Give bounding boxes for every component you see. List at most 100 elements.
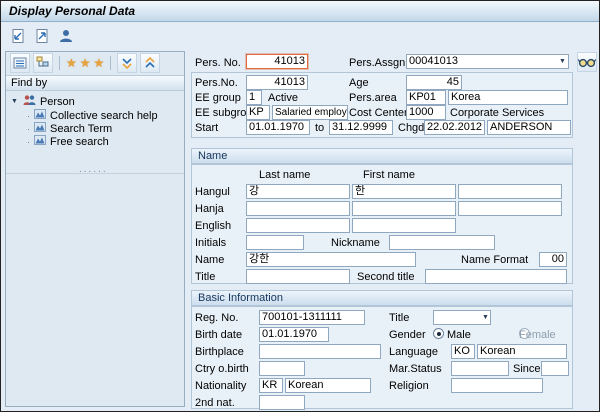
title-bar: Display Personal Data <box>1 1 599 22</box>
hangul-last-field[interactable]: 강 <box>246 184 350 199</box>
birthplace-label: Birthplace <box>195 346 244 358</box>
favorite-star-icon[interactable]: ★ <box>94 57 105 69</box>
tree-expand-icon[interactable]: ▼ <box>11 98 18 106</box>
hanja-last-field[interactable] <box>246 201 350 216</box>
document-arrow-right-icon[interactable] <box>33 27 51 45</box>
person-icon[interactable] <box>57 27 75 45</box>
female-label: Female <box>519 329 556 341</box>
toolbar-separator <box>59 56 60 70</box>
initials-field[interactable] <box>246 235 304 250</box>
english-label: English <box>195 220 232 232</box>
ee-group-label: EE group <box>195 92 241 104</box>
bullet-icon: · <box>27 123 30 134</box>
ctry-birth-label: Ctry o.birth <box>195 363 249 375</box>
sap-window: Display Personal Data ★ ★ ★ Find by ▼ Pe… <box>0 0 600 412</box>
tree-item-collective-search-help[interactable]: · Collective search help <box>27 109 158 122</box>
page-title: Display Personal Data <box>9 4 136 18</box>
document-arrow-left-icon[interactable] <box>9 27 27 45</box>
main-toolbar <box>1 23 599 49</box>
title-label: Title <box>195 271 216 283</box>
ee-subgroup-field[interactable]: KP <box>246 105 270 120</box>
hangul-first-field[interactable]: 한 <box>352 184 456 199</box>
tree-item-search-term[interactable]: · Search Term <box>27 122 112 135</box>
birth-date-label: Birth date <box>195 329 243 341</box>
ee-subgroup-text-field[interactable]: Salaried employee <box>272 105 348 120</box>
male-radio[interactable] <box>433 328 444 339</box>
find-by-header: Find by <box>6 75 184 91</box>
favorite-star-icon[interactable]: ★ <box>80 57 91 69</box>
male-label: Male <box>447 329 471 341</box>
nationality-label: Nationality <box>195 380 247 392</box>
pers-area-field[interactable]: KP01 <box>406 90 446 105</box>
second-title-field[interactable] <box>425 269 567 284</box>
name-field[interactable]: 강한 <box>246 252 416 267</box>
dropdown-arrow-icon[interactable]: ▼ <box>559 58 566 66</box>
tree-item-label: Search Term <box>50 122 113 135</box>
hangul-extra-field[interactable] <box>458 184 562 199</box>
hanja-first-field[interactable] <box>352 201 456 216</box>
nationality-text-field[interactable]: Korean <box>285 378 371 393</box>
age-label: Age <box>349 77 369 89</box>
pers-assgn-combo[interactable]: 00041013 <box>406 54 569 69</box>
birthplace-field[interactable] <box>259 344 381 359</box>
pers-area-label: Pers.area <box>349 92 397 104</box>
age-field[interactable]: 45 <box>406 75 462 90</box>
pers-no-header-label: Pers. No. <box>195 57 241 69</box>
ctry-birth-field[interactable] <box>259 361 305 376</box>
collapse-all-icon[interactable] <box>117 53 138 73</box>
tree-node-person[interactable]: ▼ Person <box>11 94 75 109</box>
start-label: Start <box>195 122 219 134</box>
people-icon <box>22 94 36 109</box>
chgd-by-field[interactable]: ANDERSON <box>487 120 571 135</box>
mar-status-field[interactable] <box>451 361 509 376</box>
since-label: Since <box>513 363 541 375</box>
name-format-field[interactable]: 00 <box>539 252 567 267</box>
religion-field[interactable] <box>451 378 543 393</box>
religion-label: Religion <box>389 380 429 392</box>
birth-date-field[interactable]: 01.01.1970 <box>259 327 329 342</box>
english-first-field[interactable] <box>352 218 456 233</box>
expand-all-icon[interactable] <box>140 53 161 73</box>
chgd-date-field[interactable]: 22.02.2012 <box>424 120 485 135</box>
hanja-extra-field[interactable] <box>458 201 562 216</box>
favorite-star-icon[interactable]: ★ <box>66 57 77 69</box>
basic-info-section-header: Basic Information <box>191 290 573 306</box>
panel-divider <box>6 173 184 174</box>
ee-group-field[interactable]: 1 <box>246 90 262 105</box>
cost-center-text: Corporate Services <box>450 107 545 119</box>
start-date-field[interactable]: 01.01.1970 <box>246 120 310 135</box>
pers-assgn-label: Pers.Assgn <box>349 57 406 69</box>
display-glasses-icon[interactable] <box>577 52 597 72</box>
tree-item-label: Free search <box>50 135 109 148</box>
matchcode-icon <box>34 122 46 135</box>
language-code-field[interactable]: KO <box>451 344 475 359</box>
initials-label: Initials <box>195 237 227 249</box>
end-date-field[interactable]: 31.12.9999 <box>329 120 393 135</box>
name-format-label: Name Format <box>461 254 529 266</box>
pers-no-field[interactable]: 41013 <box>246 75 308 90</box>
hangul-label: Hangul <box>195 186 230 198</box>
nickname-field[interactable] <box>389 235 495 250</box>
list-view-icon[interactable] <box>10 53 30 73</box>
pers-area-text-field[interactable]: Korea <box>448 90 568 105</box>
since-field[interactable] <box>541 361 569 376</box>
dropdown-arrow-icon[interactable]: ▼ <box>482 314 489 322</box>
gender-label: Gender <box>389 329 426 341</box>
name-label: Name <box>195 254 225 266</box>
hierarchy-view-icon[interactable] <box>33 53 53 73</box>
pers-no-header-field[interactable]: 41013 <box>246 54 308 69</box>
reg-no-label: Reg. No. <box>195 312 239 324</box>
tree-item-label: Collective search help <box>50 109 158 122</box>
cost-center-field[interactable]: 1000 <box>406 105 446 120</box>
nationality-code-field[interactable]: KR <box>259 378 283 393</box>
matchcode-icon <box>34 109 46 122</box>
second-nat-field[interactable] <box>259 395 305 410</box>
language-text-field[interactable]: Korean <box>477 344 567 359</box>
toolbar-separator <box>110 56 112 70</box>
basic-title-label: Title <box>389 312 410 324</box>
to-label: to <box>315 122 325 134</box>
english-last-field[interactable] <box>246 218 350 233</box>
tree-item-free-search[interactable]: · Free search <box>27 135 109 148</box>
title-field[interactable] <box>246 269 350 284</box>
reg-no-field[interactable]: 700101-1311111 <box>259 310 365 325</box>
